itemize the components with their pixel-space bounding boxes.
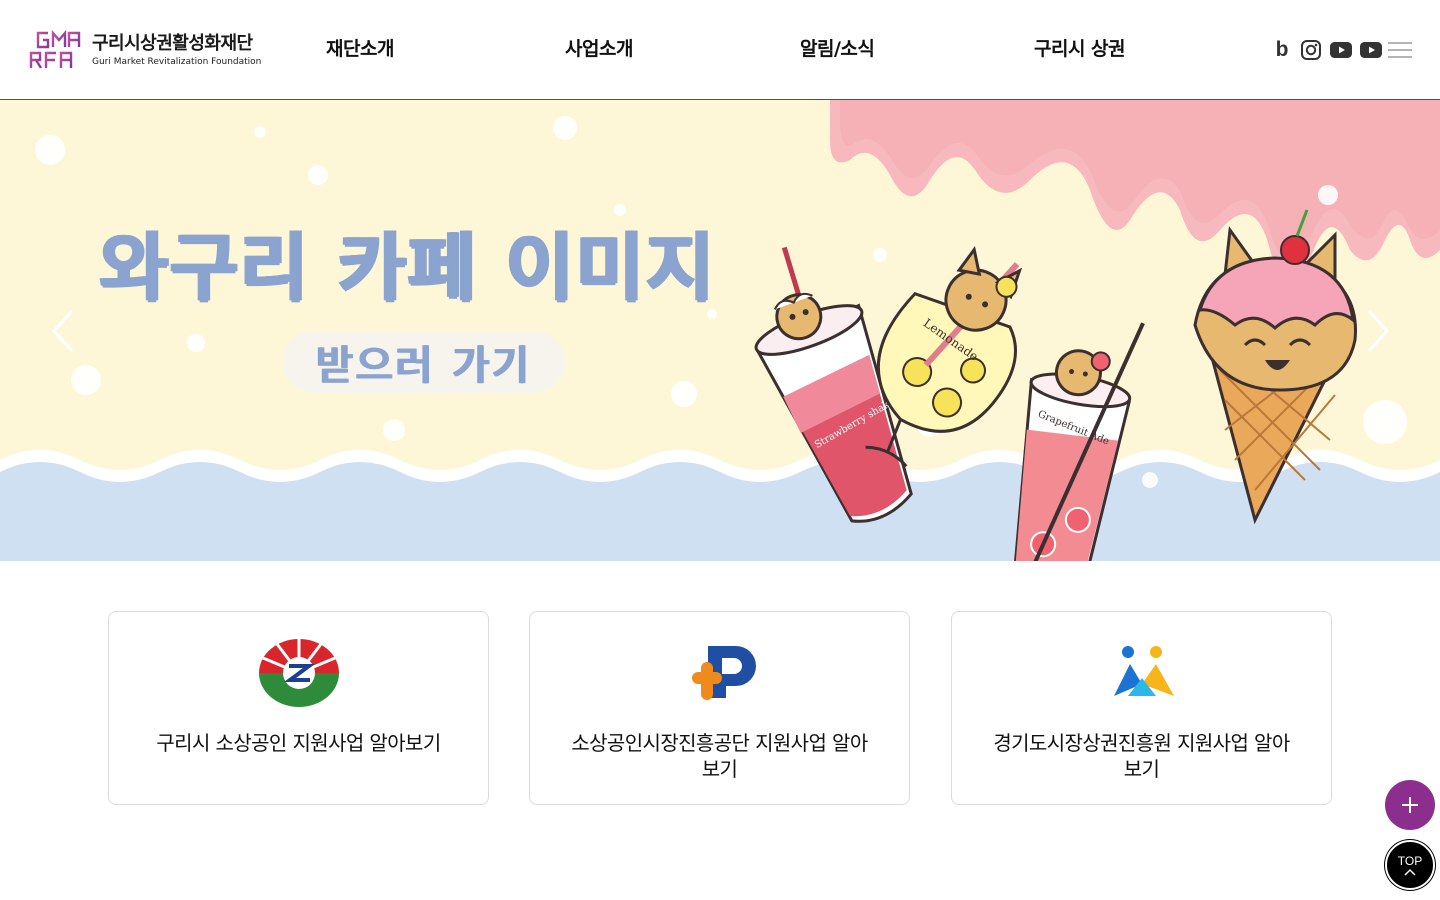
card-label: 경기도시장상권진흥원 지원사업 알아보기 <box>993 731 1290 781</box>
nav-item-guri-commerce[interactable]: 구리시 상권 <box>1034 34 1126 61</box>
hero-illustration: Strawberry shake Lemonade Grapefruit Ade <box>0 100 1440 561</box>
youtube-icon[interactable] <box>1330 42 1352 58</box>
card-label: 구리시 소상공인 지원사업 알아보기 <box>156 731 441 755</box>
prev-slide-icon[interactable] <box>50 308 76 354</box>
menu-icon[interactable] <box>1388 42 1412 60</box>
scroll-top-button[interactable]: TOP <box>1385 840 1435 890</box>
plus-icon <box>1402 797 1418 813</box>
quick-menu-button[interactable] <box>1385 780 1435 830</box>
cta-label: 받으러 가기 <box>316 343 532 389</box>
card-label: 소상공인시장진흥공단 지원사업 알아보기 <box>571 731 868 781</box>
youtube-icon[interactable] <box>1360 42 1382 58</box>
next-slide-icon[interactable] <box>1365 308 1391 354</box>
main-nav: 재단소개 사업소개 알림/소식 구리시 상권 <box>0 34 1440 64</box>
nav-item-foundation[interactable]: 재단소개 <box>326 34 394 61</box>
nav-item-business[interactable]: 사업소개 <box>565 34 633 61</box>
card-gyeonggi-support[interactable]: 경기도시장상권진흥원 지원사업 알아보기 <box>951 611 1332 805</box>
hero-banner[interactable]: Strawberry shake Lemonade Grapefruit Ade… <box>0 100 1440 561</box>
gyeonggi-market-logo-icon <box>1113 646 1174 696</box>
instagram-icon[interactable] <box>1300 39 1322 61</box>
blog-icon[interactable]: b <box>1272 39 1292 61</box>
guri-seal-icon <box>258 639 339 707</box>
support-program-cards: 구리시 소상공인 지원사업 알아보기 소상공인시장진흥공단 지원사업 알아보기 … <box>108 611 1332 805</box>
social-links: b <box>1272 38 1390 62</box>
card-semas-support[interactable]: 소상공인시장진흥공단 지원사업 알아보기 <box>529 611 910 805</box>
card-guri-support[interactable]: 구리시 소상공인 지원사업 알아보기 <box>108 611 489 805</box>
chevron-up-icon <box>1404 868 1416 876</box>
download-cta-button[interactable]: 받으러 가기 <box>283 331 565 393</box>
top-label: TOP <box>1397 853 1423 868</box>
nav-item-news[interactable]: 알림/소식 <box>800 34 875 61</box>
hero-title: 와구리 카페 이미지 <box>100 225 717 311</box>
semas-p-logo-icon <box>691 646 756 700</box>
site-header: 구리시상권활성화재단 Guri Market Revitalization Fo… <box>0 0 1440 100</box>
